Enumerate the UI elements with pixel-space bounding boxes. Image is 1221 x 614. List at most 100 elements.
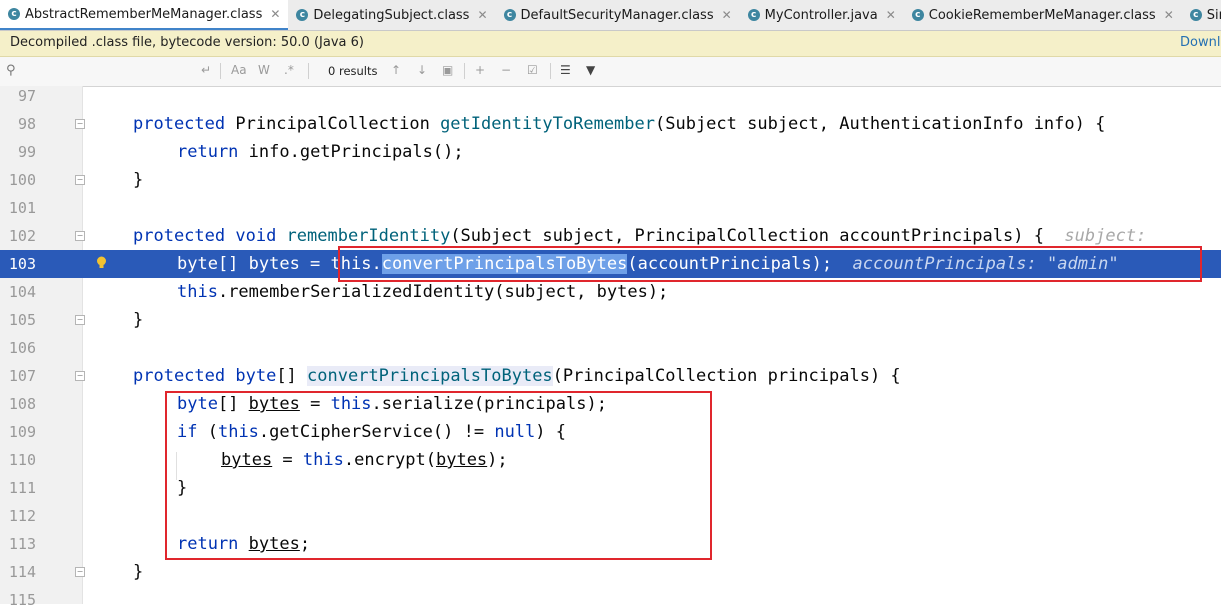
- previous-occurrence-icon[interactable]: ↑: [391, 63, 401, 77]
- tab-default-security-manager[interactable]: c DefaultSecurityManager.class ✕: [496, 0, 740, 30]
- close-icon[interactable]: ✕: [477, 8, 487, 22]
- tab-simple-cookie[interactable]: c SimpleCookie.class: [1182, 0, 1221, 30]
- download-sources-link[interactable]: Downlo: [1180, 35, 1221, 50]
- search-icon[interactable]: ⚲: [6, 63, 16, 78]
- line-number: 111: [8, 479, 36, 497]
- code-text: if (this.getCipherService() != null) {: [177, 422, 566, 442]
- filter-icon[interactable]: ▼: [586, 63, 595, 77]
- code-line[interactable]: 108 byte[] bytes = this.serialize(princi…: [0, 390, 1221, 418]
- new-line-icon[interactable]: ↵: [201, 63, 211, 77]
- line-number: 115: [8, 591, 36, 609]
- line-number: 110: [8, 451, 36, 469]
- code-line[interactable]: 111 }: [0, 474, 1221, 502]
- remove-occurrence-icon[interactable]: −: [501, 63, 511, 77]
- close-icon[interactable]: ✕: [886, 8, 896, 22]
- line-number: 113: [8, 535, 36, 553]
- code-text: return info.getPrincipals();: [177, 142, 464, 162]
- banner-message: Decompiled .class file, bytecode version…: [10, 35, 364, 50]
- tab-label: CookieRememberMeManager.class: [928, 7, 1156, 23]
- close-icon[interactable]: ✕: [1164, 8, 1174, 22]
- select-all-occurrences-icon[interactable]: ▣: [442, 63, 453, 77]
- line-number: 109: [8, 423, 36, 441]
- search-input[interactable]: [24, 61, 218, 83]
- code-line[interactable]: 102 − protected void rememberIdentity(Su…: [0, 222, 1221, 250]
- debug-inline-value: subject:: [1064, 226, 1147, 246]
- tab-label: DelegatingSubject.class: [313, 7, 470, 23]
- editor-tab-bar: c AbstractRememberMeManager.class ✕ c De…: [0, 0, 1221, 31]
- code-line[interactable]: 104 this.rememberSerializedIdentity(subj…: [0, 278, 1221, 306]
- code-text: protected byte[] convertPrincipalsToByte…: [133, 366, 901, 386]
- code-line[interactable]: 100 − }: [0, 166, 1221, 194]
- code-text: }: [133, 170, 144, 190]
- fold-end-marker-icon[interactable]: −: [75, 315, 85, 325]
- code-line[interactable]: 115: [0, 586, 1221, 614]
- lightbulb-icon[interactable]: [96, 256, 107, 269]
- code-line[interactable]: 112: [0, 502, 1221, 530]
- code-line[interactable]: 109 if (this.getCipherService() != null)…: [0, 418, 1221, 446]
- line-number: 107: [8, 367, 36, 385]
- tab-abstract-remember-me-manager[interactable]: c AbstractRememberMeManager.class ✕: [0, 0, 289, 30]
- code-text: byte[] bytes = this.convertPrincipalsToB…: [177, 254, 1119, 274]
- line-number: 98: [17, 115, 36, 133]
- fold-end-marker-icon[interactable]: −: [75, 175, 85, 185]
- next-occurrence-icon[interactable]: ↓: [417, 63, 427, 77]
- code-line[interactable]: 110 bytes = this.encrypt(bytes);: [0, 446, 1221, 474]
- decompiled-banner: Decompiled .class file, bytecode version…: [0, 31, 1221, 57]
- tab-label: DefaultSecurityManager.class: [520, 7, 714, 23]
- line-number: 106: [8, 339, 36, 357]
- code-line[interactable]: 113 return bytes;: [0, 530, 1221, 558]
- divider: [308, 63, 309, 79]
- code-line[interactable]: 114 − }: [0, 558, 1221, 586]
- tab-label: MyController.java: [764, 7, 878, 23]
- add-occurrence-icon[interactable]: +: [475, 63, 485, 77]
- class-file-icon: c: [911, 9, 924, 21]
- line-number: 103: [8, 255, 36, 273]
- code-text: }: [133, 562, 144, 582]
- line-number: 104: [8, 283, 36, 301]
- fold-marker-icon[interactable]: −: [75, 231, 85, 241]
- tab-label: SimpleCookie.class: [1206, 7, 1221, 23]
- class-file-icon: c: [503, 9, 516, 21]
- tab-label: AbstractRememberMeManager.class: [25, 6, 263, 22]
- class-file-icon: c: [296, 9, 309, 21]
- regex-toggle[interactable]: .*: [284, 63, 294, 77]
- tab-delegating-subject[interactable]: c DelegatingSubject.class ✕: [288, 0, 495, 30]
- class-file-icon: c: [8, 8, 20, 20]
- code-line[interactable]: 101: [0, 194, 1221, 222]
- code-text: }: [133, 310, 144, 330]
- line-number: 100: [8, 171, 36, 189]
- tab-my-controller[interactable]: c MyController.java ✕: [740, 0, 904, 30]
- close-icon[interactable]: ✕: [722, 8, 732, 22]
- divider: [550, 63, 551, 79]
- match-case-toggle[interactable]: Aa: [231, 63, 247, 77]
- close-icon[interactable]: ✕: [270, 7, 280, 21]
- filter-list-icon[interactable]: ☰: [560, 63, 571, 77]
- code-line[interactable]: 98 − protected PrincipalCollection getId…: [0, 110, 1221, 138]
- select-all-icon[interactable]: ☑: [527, 63, 538, 77]
- tab-cookie-remember-me-manager[interactable]: c CookieRememberMeManager.class ✕: [904, 0, 1182, 30]
- fold-end-marker-icon[interactable]: −: [75, 567, 85, 577]
- line-number: 114: [8, 563, 36, 581]
- line-number: 99: [17, 143, 36, 161]
- current-execution-line[interactable]: 103 byte[] bytes = this.convertPrincipal…: [0, 250, 1221, 278]
- class-file-icon: c: [1189, 9, 1202, 21]
- code-text: byte[] bytes = this.serialize(principals…: [177, 394, 607, 414]
- fold-marker-icon[interactable]: −: [75, 371, 85, 381]
- line-number: 108: [8, 395, 36, 413]
- java-file-icon: c: [747, 9, 760, 21]
- debug-inline-value: accountPrincipals: "admin": [852, 254, 1119, 274]
- code-line[interactable]: 99 return info.getPrincipals();: [0, 138, 1221, 166]
- code-line[interactable]: 105 − }: [0, 306, 1221, 334]
- line-number: 102: [8, 227, 36, 245]
- search-results-count: 0 results: [328, 64, 378, 78]
- code-text: bytes = this.encrypt(bytes);: [221, 450, 508, 470]
- words-toggle[interactable]: W: [258, 63, 270, 77]
- fold-marker-icon[interactable]: −: [75, 119, 85, 129]
- line-number: 105: [8, 311, 36, 329]
- code-line[interactable]: 107 − protected byte[] convertPrincipals…: [0, 362, 1221, 390]
- code-line[interactable]: 97: [0, 82, 1221, 110]
- code-text: protected PrincipalCollection getIdentit…: [133, 114, 1106, 134]
- divider: [464, 63, 465, 79]
- code-line[interactable]: 106: [0, 334, 1221, 362]
- code-text: this.rememberSerializedIdentity(subject,…: [177, 282, 669, 302]
